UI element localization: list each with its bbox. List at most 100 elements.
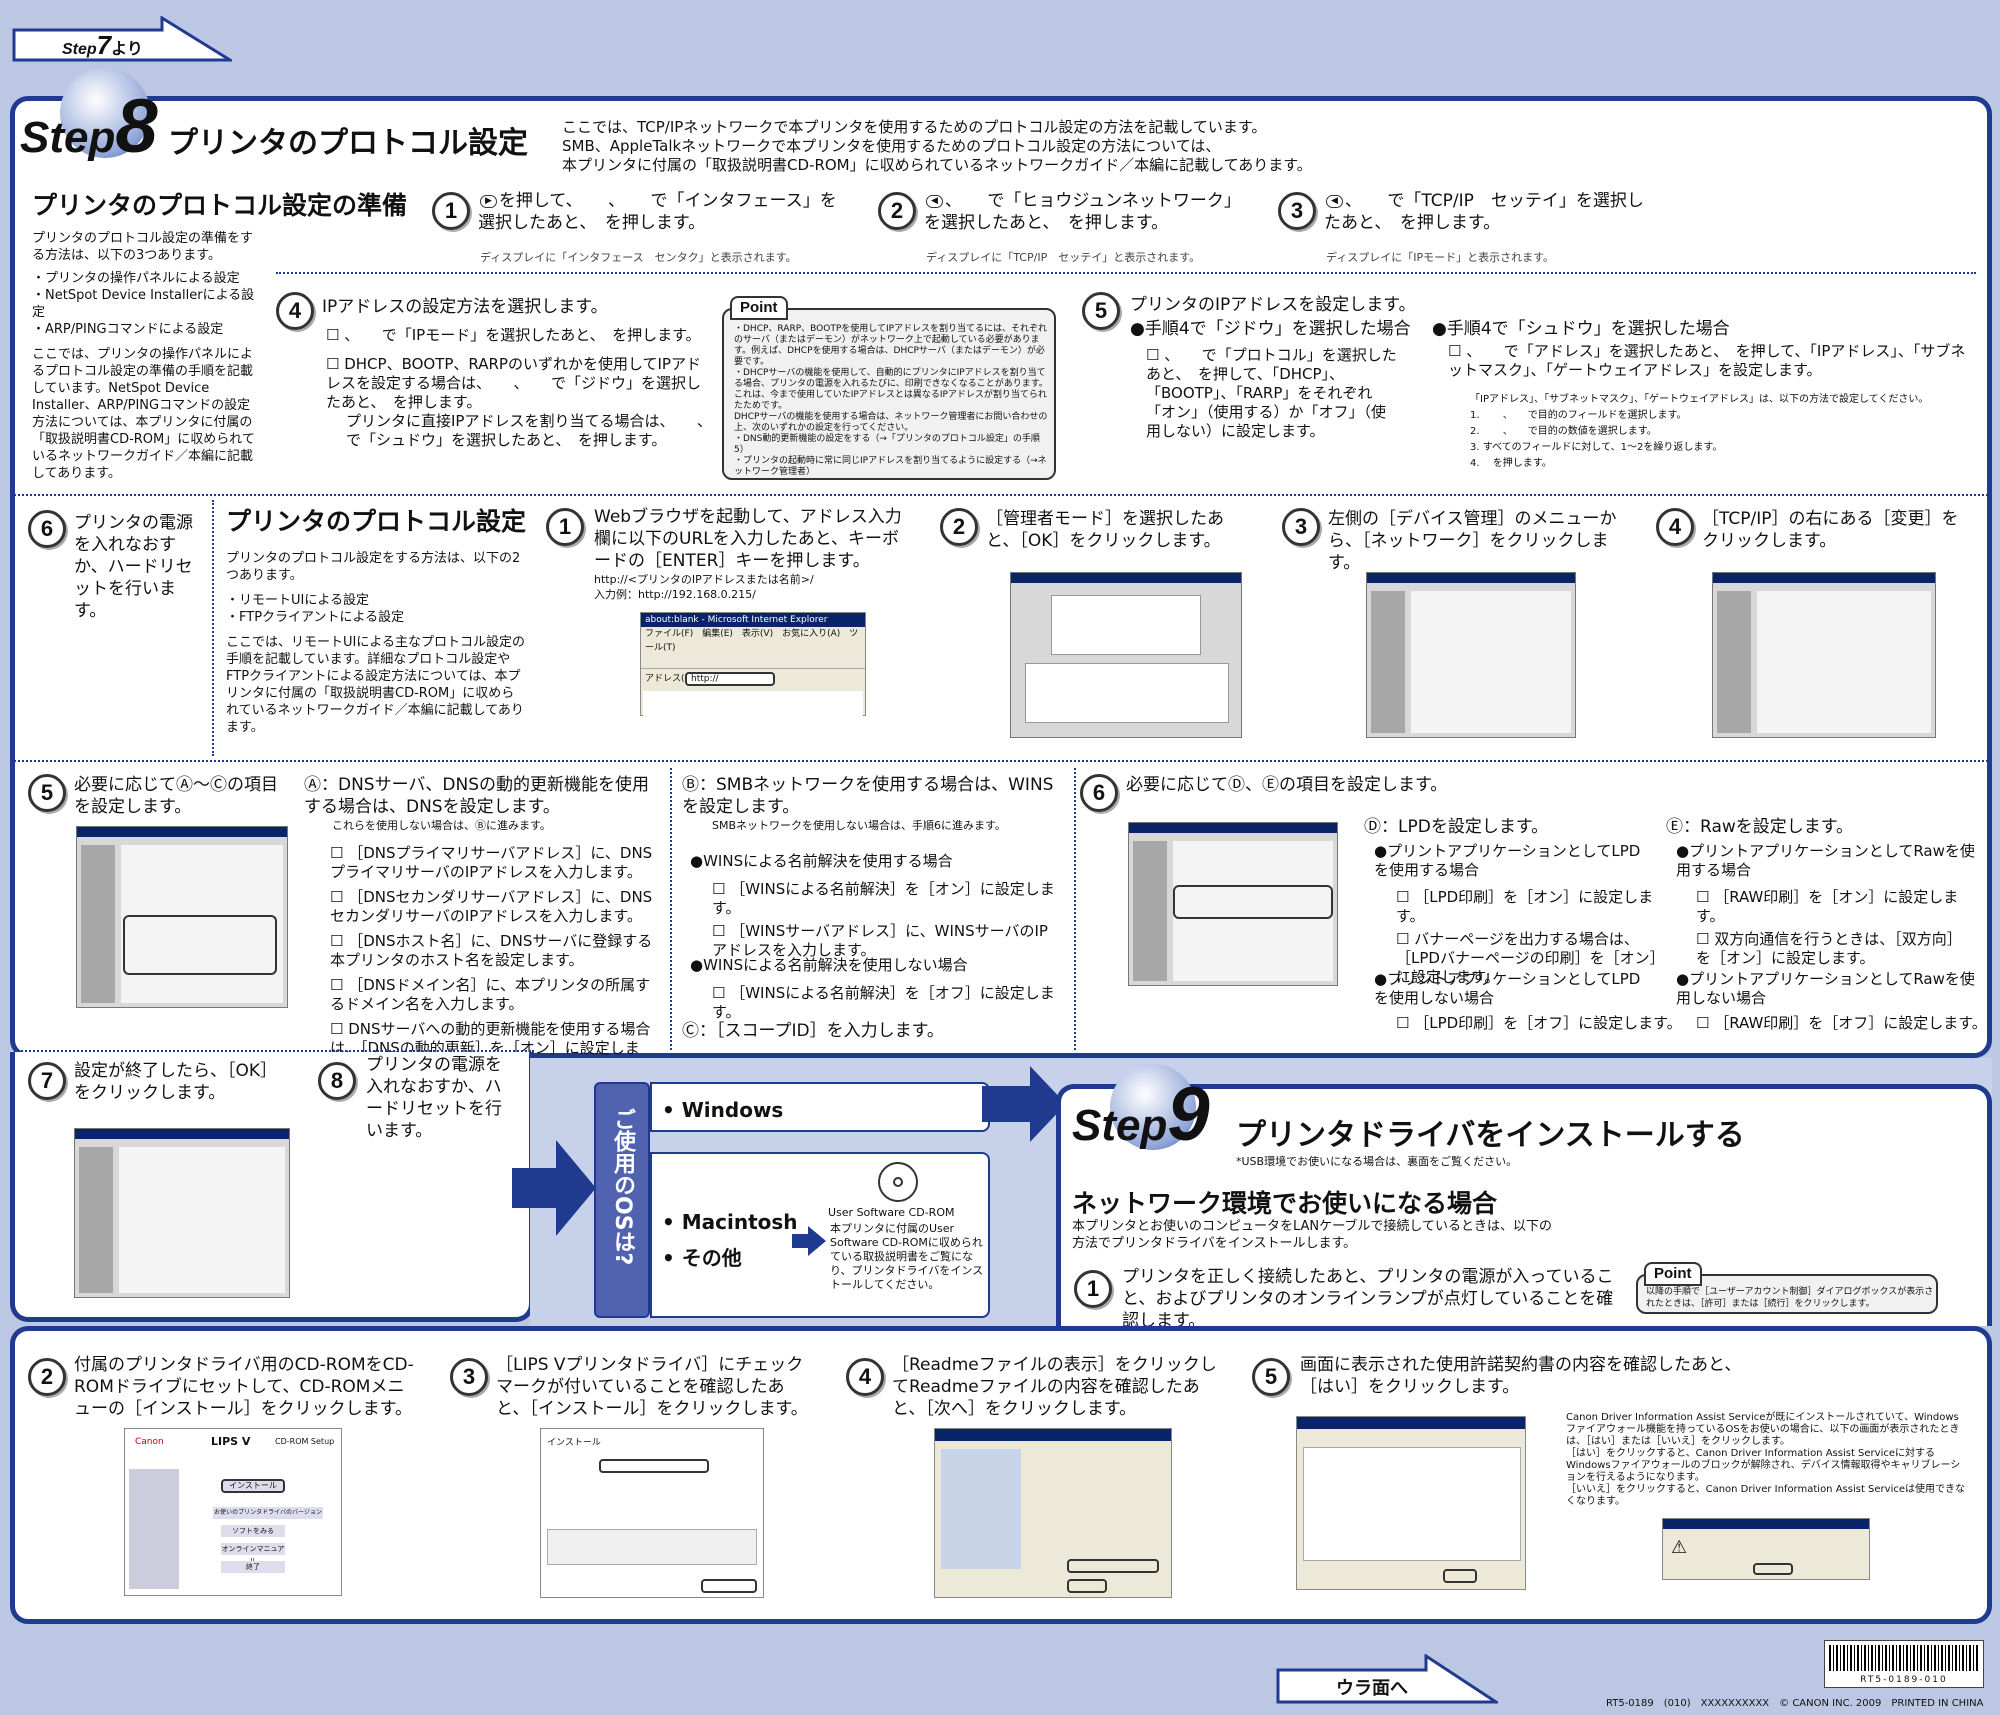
prep-step-5-title: プリンタのIPアドレスを設定します。 xyxy=(1130,295,1416,315)
prep-step-4-body: ☐ 、 で「IPモード」を選択したあと、 を押します。 ☐ DHCP、BOOTP… xyxy=(326,326,735,449)
remote-step-2-number: 2 xyxy=(940,508,978,546)
prep-step-2-number: 2 xyxy=(878,192,916,230)
install-step-2-text: 付属のプリンタドライバ用のCD-ROMをCD-ROMドライブにセットして、CD-… xyxy=(74,1355,414,1419)
prep-step-4-number: 4 xyxy=(276,292,314,330)
point-box-ip: Point ・DHCP、RARP、BOOTPを使用してIPアドレスを割り当てるに… xyxy=(722,296,1056,480)
prep-step-5-manual-note: 「IPアドレス」、「サブネットマスク」、「ゲートウェイアドレス」は、以下の方法で… xyxy=(1470,394,1929,469)
arrow-to-os xyxy=(512,1140,596,1236)
section-d-nouse-list: ☐ ［LPD印刷］を［オフ］に設定します。 xyxy=(1396,1014,1682,1032)
prep-title: プリンタのプロトコル設定の準備 xyxy=(32,191,408,220)
remote-step-4-number: 4 xyxy=(1656,508,1694,546)
section-e-use-heading: ●プリントアプリケーションとしてRawを使用する場合 xyxy=(1676,842,1975,879)
net-title: ネットワーク環境でお使いになる場合 xyxy=(1072,1189,1498,1218)
prep-step-1-text: ▶ を押して、 、 で「インタフェース」を選択したあと、 を押します。 xyxy=(478,191,837,233)
remote-step-1-text: Webブラウザを起動して、アドレス入力欄に以下のURLを入力したあと、キーボード… xyxy=(594,507,902,571)
prep-step-2-text: ◀、 で「ヒョウジュンネットワーク」を選択したあと、 を押します。 xyxy=(924,191,1241,233)
ie-window: about:blank - Microsoft Internet Explore… xyxy=(640,612,866,731)
net-desc: 本プリンタとお使いのコンピュータをLANケーブルで接続しているときは、以下の方法… xyxy=(1072,1219,1552,1251)
prep-step-5-manual-heading: ●手順4で「シュドウ」を選択した場合 xyxy=(1432,319,1730,339)
proto-desc: プリンタのプロトコル設定をする方法は、以下の2つあります。 ・リモートUIによる… xyxy=(226,551,525,735)
section-c-heading: Ⓒ：［スコープID］を入力します。 xyxy=(682,1021,944,1041)
remote-step-3-number: 3 xyxy=(1282,508,1320,546)
prep-step-2-display: ディスプレイに「TCP/IP セッテイ」と表示されます。 xyxy=(926,251,1201,264)
ura-tab[interactable]: ウラ面へ xyxy=(1276,1653,1502,1704)
os-question-box: ご使用のOSは? xyxy=(594,1082,650,1318)
section-a-skip: これらを使用しない場合は、Ⓑに進みます。 xyxy=(332,819,551,832)
section-e-nouse-heading: ●プリントアプリケーションとしてRawを使用しない場合 xyxy=(1676,970,1975,1007)
section-d-nouse-heading: ●プリントアプリケーションとしてLPDを使用しない場合 xyxy=(1374,970,1641,1007)
mac-other-option[interactable]: • Macintosh • その他 User Software CD-ROM 本… xyxy=(650,1152,990,1318)
install-step-1-number: 1 xyxy=(1074,1270,1112,1308)
arrow-to-windows xyxy=(982,1066,1066,1142)
remote-step-1-url: http://<プリンタのIPアドレスまたは名前>/入力例：http://192… xyxy=(594,573,814,601)
lpd-raw-settings-screenshot xyxy=(1128,822,1338,986)
windows-option[interactable]: • Windows xyxy=(650,1082,990,1132)
install-step-4-text: ［Readmeファイルの表示］をクリックしてReadmeファイルの内容を確認した… xyxy=(892,1355,1217,1419)
install-step-3-number: 3 xyxy=(450,1358,488,1396)
section-e-heading: Ⓔ：Rawを設定します。 xyxy=(1666,817,1854,837)
proto-title: プリンタのプロトコル設定 xyxy=(226,507,527,536)
remote-step-6-number: 6 xyxy=(1080,774,1118,812)
prep-step-3-display: ディスプレイに「IPモード」と表示されます。 xyxy=(1326,251,1555,264)
install-step-5-text: 画面に表示された使用許諾契約書の内容を確認したあと、［はい］をクリックします。 xyxy=(1300,1355,1742,1397)
prep-step-5-auto-text: ☐ 、 で「プロトコル」を選択したあと、 を押して、「DHCP」、「BOOTP」… xyxy=(1146,346,1397,440)
remote-step-5-number: 5 xyxy=(28,774,66,812)
network-settings-screenshot xyxy=(1712,572,1936,738)
remote-step-8-number: 8 xyxy=(318,1062,356,1100)
step9-heading: Step9 xyxy=(1072,1072,1210,1157)
cdrom-menu-screenshot: Canon LIPS V CD-ROM Setup インストール お使いのプリン… xyxy=(124,1428,342,1596)
install-menu-button[interactable]: インストール xyxy=(221,1479,285,1493)
prep-step-6-text: プリンタの電源を入れなおすか、ハードリセットを行います。 xyxy=(74,513,193,621)
remote-step-6-text: 必要に応じてⒹ、Ⓔの項目を設定します。 xyxy=(1126,775,1448,795)
readme-screenshot xyxy=(934,1428,1172,1598)
section-b-nouse-list: ☐ ［WINSによる名前解決］を［オフ］に設定します。 xyxy=(712,984,1055,1021)
section-d-use-heading: ●プリントアプリケーションとしてLPDを使用する場合 xyxy=(1374,842,1641,879)
step8-intro: ここでは、TCP/IPネットワークで本プリンタを使用するためのプロトコル設定の方… xyxy=(562,118,1312,174)
cd-rom-icon xyxy=(878,1162,918,1202)
tcpip-settings-screenshot xyxy=(76,826,288,1008)
step8-title: プリンタのプロトコル設定 xyxy=(168,126,528,161)
prep-step-4-title: IPアドレスの設定方法を選択します。 xyxy=(322,297,608,317)
prep-step-5-auto-heading: ●手順4で「ジドウ」を選択した場合 xyxy=(1130,319,1411,339)
install-step-5-number: 5 xyxy=(1252,1358,1290,1396)
step7-tab: Step7より xyxy=(12,15,236,62)
section-b-use-list: ☐ ［WINSによる名前解決］を［オン］に設定します。 ☐ ［WINSサーバアド… xyxy=(712,880,1055,959)
remote-step-7-text: 設定が終了したら、［OK］をクリックします。 xyxy=(74,1061,278,1103)
setup-key-icon: ▶ xyxy=(480,194,497,208)
section-b-nouse-heading: ●WINSによる名前解決を使用しない場合 xyxy=(690,956,968,974)
prep-desc: プリンタのプロトコル設定の準備をする方法は、以下の3つあります。 ・プリンタの操… xyxy=(32,231,255,481)
step9-usb-note: *USB環境でお使いになる場合は、裏面をご覧ください。 xyxy=(1236,1155,1518,1168)
ok-button-screenshot xyxy=(74,1128,290,1298)
footer: RT5-0189 (010) XXXXXXXXXX © CANON INC. 2… xyxy=(1606,1698,1984,1709)
section-b-use-heading: ●WINSによる名前解決を使用する場合 xyxy=(690,852,953,870)
remote-step-4-text: ［TCP/IP］の右にある［変更］をクリックします。 xyxy=(1702,509,1959,551)
point-box-uac: Point 以降の手順で［ユーザーアカウント制御］ダイアログボックスが表示された… xyxy=(1636,1262,1938,1314)
arrow-right-icon xyxy=(792,1226,826,1260)
utility-key-icon: ◀ xyxy=(926,194,943,208)
remote-step-1-number: 1 xyxy=(546,508,584,546)
section-a-list: ☐ ［DNSプライマリサーバアドレス］に、DNSプライマリサーバのIPアドレスを… xyxy=(330,844,653,1076)
remote-step-7-number: 7 xyxy=(28,1062,66,1100)
driver-select-screenshot: インストール xyxy=(540,1428,764,1598)
install-step-1-text: プリンタを正しく接続したあと、プリンタの電源が入っていること、およびプリンタのオ… xyxy=(1122,1267,1614,1331)
prep-step-3-text: ◀、 で「TCP/IP セッテイ」を選択したあと、 を押します。 xyxy=(1324,191,1644,233)
section-e-nouse-list: ☐ ［RAW印刷］を［オフ］に設定します。 xyxy=(1696,1014,1987,1032)
install-step-5-note: Canon Driver Information Assist Serviceが… xyxy=(1566,1412,1966,1507)
prep-step-5-manual-text: ☐ 、 で「アドレス」を選択したあと、 を押して、「IPアドレス」、「サブネット… xyxy=(1448,342,1966,379)
section-b-skip: SMBネットワークを使用しない場合は、手順6に進みます。 xyxy=(712,819,1006,832)
ie-address-input[interactable]: http:// xyxy=(685,672,775,686)
section-d-heading: Ⓓ：LPDを設定します。 xyxy=(1364,817,1549,837)
section-b-heading: Ⓑ：SMBネットワークを使用する場合は、WINSを設定します。 xyxy=(682,775,1054,817)
install-step-4-number: 4 xyxy=(846,1358,884,1396)
prep-step-5-number: 5 xyxy=(1082,292,1120,330)
prep-step-1-number: 1 xyxy=(432,192,470,230)
remote-step-3-text: 左側の［デバイス管理］のメニューから、［ネットワーク］をクリックします。 xyxy=(1328,509,1617,573)
step8-heading: Step8 xyxy=(20,84,158,169)
warning-icon: ⚠ xyxy=(1671,1537,1688,1558)
utility-key-icon: ◀ xyxy=(1326,194,1343,208)
step9-title: プリンタドライバをインストールする xyxy=(1236,1118,1745,1153)
remote-step-5-text: 必要に応じてⒶ〜Ⓒの項目を設定します。 xyxy=(74,775,278,817)
install-step-2-number: 2 xyxy=(28,1358,66,1396)
remote-ui-login-screenshot xyxy=(1010,572,1242,738)
section-e-use-list: ☐ ［RAW印刷］を［オン］に設定します。 ☐ 双方向通信を行うときは、［双方向… xyxy=(1696,888,1962,967)
